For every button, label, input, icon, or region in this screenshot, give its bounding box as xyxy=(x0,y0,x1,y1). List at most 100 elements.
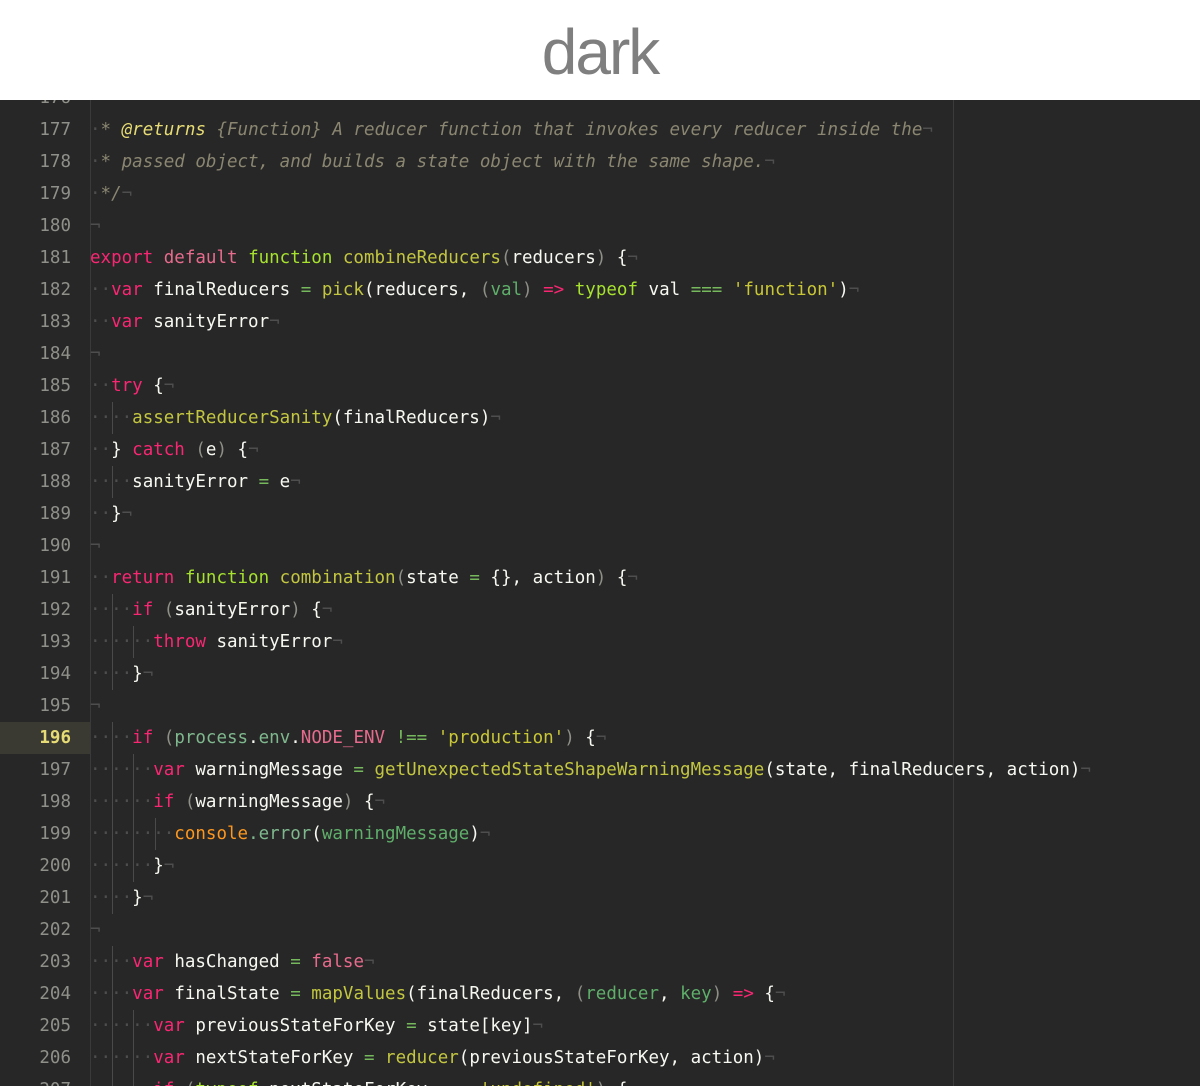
token-muted: ) xyxy=(290,600,301,620)
token-eol: ¬ xyxy=(922,120,933,140)
token-eol: ¬ xyxy=(332,632,343,652)
code-line[interactable]: 193 ······throw sanityError¬ xyxy=(0,626,1200,658)
token-str: 'undefined' xyxy=(480,1080,596,1086)
token-bool: default xyxy=(163,248,249,268)
line-number: 199 xyxy=(39,824,71,844)
token-plain: { xyxy=(606,1080,628,1086)
code-line[interactable]: 201 ····}¬ xyxy=(0,882,1200,914)
token-ws: ······ xyxy=(90,1080,153,1086)
code-text: ····}¬ xyxy=(90,882,153,914)
token-op: === xyxy=(438,1080,480,1086)
code-line[interactable]: 185 ··try {¬ xyxy=(0,370,1200,402)
token-plain: } xyxy=(132,888,143,908)
token-eol: ¬ xyxy=(627,248,638,268)
token-muted: ) xyxy=(595,568,607,588)
token-ws: · xyxy=(90,152,101,172)
code-line[interactable]: 200 ······}¬ xyxy=(0,850,1200,882)
token-eol: ¬ xyxy=(142,888,154,908)
code-line[interactable]: 181 export default function combineReduce… xyxy=(0,242,1200,274)
token-cm: */ xyxy=(100,184,122,204)
token-st: typeof xyxy=(195,1080,269,1086)
code-text: ····sanityError = e¬ xyxy=(90,466,301,498)
token-plain: hasChanged xyxy=(174,952,291,972)
code-line[interactable]: 204 ····var finalState = mapValues(finalR… xyxy=(0,978,1200,1010)
code-line[interactable]: 206 ······var nextStateForKey = reducer(p… xyxy=(0,1042,1200,1074)
token-kw: var xyxy=(132,952,175,972)
code-line[interactable]: 191 ··return function combination(state =… xyxy=(0,562,1200,594)
code-line[interactable]: 179 ·*/¬ xyxy=(0,178,1200,210)
token-muted: ( xyxy=(479,280,491,300)
token-plain: warningMessage xyxy=(195,792,343,812)
token-fnname: pick xyxy=(321,280,364,300)
token-ws: · xyxy=(90,184,101,204)
theme-name-title: dark xyxy=(541,16,660,88)
token-prop: env xyxy=(258,728,291,748)
code-line[interactable]: 190 ¬ xyxy=(0,530,1200,562)
line-number: 195 xyxy=(39,696,71,716)
token-fnname: combination xyxy=(279,568,396,588)
token-muted: ) xyxy=(216,440,228,460)
token-eol: ¬ xyxy=(627,568,638,588)
token-fnname: reducer xyxy=(385,1048,459,1068)
code-line[interactable]: 177 ·* @returns {Function} A reducer func… xyxy=(0,114,1200,146)
token-param: key xyxy=(680,984,712,1004)
token-eol: ¬ xyxy=(595,728,607,748)
code-line[interactable]: 202 ¬ xyxy=(0,914,1200,946)
token-plain: nextStateForKey xyxy=(195,1048,364,1068)
code-line[interactable]: 184 ¬ xyxy=(0,338,1200,370)
line-number: 200 xyxy=(39,856,71,876)
code-line[interactable]: 203 ····var hasChanged = false¬ xyxy=(0,946,1200,978)
code-editor[interactable]: 176·*¬177·* @returns {Function} A reduce… xyxy=(0,100,1200,1086)
code-text: ¬ xyxy=(90,210,101,242)
token-muted: ( xyxy=(195,440,206,460)
line-number: 178 xyxy=(39,152,71,172)
code-text: ······if (typeof nextStateForKey === 'un… xyxy=(90,1074,638,1086)
code-line[interactable]: 180 ¬ xyxy=(0,210,1200,242)
code-line[interactable]: 189 ··}¬ xyxy=(0,498,1200,530)
token-eol: ¬ xyxy=(363,952,375,972)
code-line[interactable]: 197 ······var warningMessage = getUnexpec… xyxy=(0,754,1200,786)
code-text: ····}¬ xyxy=(90,658,153,690)
code-line[interactable]: 187 ··} catch (e) {¬ xyxy=(0,434,1200,466)
token-cm: * passed object, and builds a state obje… xyxy=(100,152,765,172)
code-line[interactable]: 194 ····}¬ xyxy=(0,658,1200,690)
code-line[interactable]: 186 ····assertReducerSanity(finalReducers… xyxy=(0,402,1200,434)
token-param: warningMessage xyxy=(321,824,470,844)
token-kw: if xyxy=(153,792,185,812)
code-line[interactable]: 195 ¬ xyxy=(0,690,1200,722)
token-ws: ···· xyxy=(90,472,133,492)
line-number: 206 xyxy=(39,1048,71,1068)
line-number: 194 xyxy=(39,664,71,684)
code-line[interactable]: 205 ······var previousStateForKey = state… xyxy=(0,1010,1200,1042)
line-number: 184 xyxy=(39,344,71,364)
token-muted: ( xyxy=(500,248,512,268)
code-line[interactable]: 176 ·*¬ xyxy=(0,100,1200,114)
token-muted: ( xyxy=(163,728,175,748)
token-muted: ) xyxy=(522,280,533,300)
token-eol: ¬ xyxy=(121,504,133,524)
code-line[interactable]: 196 ····if (process.env.NODE_ENV !== 'pro… xyxy=(0,722,1200,754)
code-text: ·* passed object, and builds a state obj… xyxy=(90,146,775,178)
code-line[interactable]: 188 ····sanityError = e¬ xyxy=(0,466,1200,498)
line-number: 201 xyxy=(39,888,71,908)
token-ws: ······ xyxy=(90,632,154,652)
code-text: ¬ xyxy=(90,338,101,370)
code-line[interactable]: 198 ······if (warningMessage) {¬ xyxy=(0,786,1200,818)
token-eol: ¬ xyxy=(764,152,775,172)
token-str: 'function' xyxy=(732,280,839,300)
token-eol: ¬ xyxy=(90,536,101,556)
code-line[interactable]: 199 ········console.error(warningMessage)… xyxy=(0,818,1200,850)
code-text: ······var warningMessage = getUnexpected… xyxy=(90,754,1091,786)
token-op: = xyxy=(290,984,312,1004)
code-line[interactable]: 178 ·* passed object, and builds a state … xyxy=(0,146,1200,178)
code-line[interactable]: 207 ······if (typeof nextStateForKey === … xyxy=(0,1074,1200,1086)
token-kw: var xyxy=(132,984,175,1004)
token-plain: (state, finalReducers, action) xyxy=(764,760,1081,780)
code-line[interactable]: 183 ··var sanityError¬ xyxy=(0,306,1200,338)
code-line[interactable]: 192 ····if (sanityError) {¬ xyxy=(0,594,1200,626)
token-plain: ) xyxy=(469,824,480,844)
code-line[interactable]: 182 ··var finalReducers = pick(reducers, … xyxy=(0,274,1200,306)
line-number: 197 xyxy=(39,760,71,780)
token-kw: export xyxy=(90,248,164,268)
